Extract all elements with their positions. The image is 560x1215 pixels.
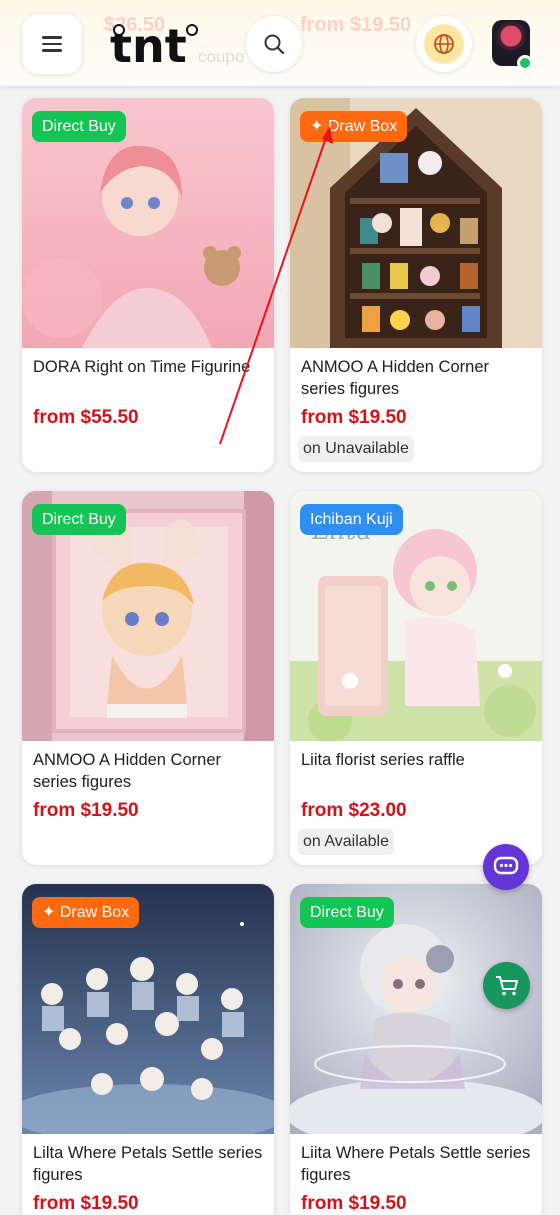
product-title[interactable]: ANMOO A Hidden Corner series figures bbox=[301, 356, 535, 400]
product-card[interactable]: ✦ Draw Box Lilta Where Petals Settle ser… bbox=[22, 884, 274, 1215]
product-card[interactable]: ✦ Draw Box ANMOO A Hidden Corner series … bbox=[290, 98, 542, 472]
product-price: from $23.00 bbox=[301, 800, 407, 821]
product-title[interactable]: DORA Right on Time Figurine bbox=[33, 356, 267, 378]
tnt-logo[interactable]: tnt bbox=[110, 22, 218, 68]
badge-draw-box: ✦ Draw Box bbox=[32, 897, 140, 928]
hamburger-menu-icon bbox=[42, 36, 62, 52]
product-title[interactable]: ANMOO A Hidden Corner series figures bbox=[33, 749, 267, 793]
availability-tag: on Unavailable bbox=[298, 436, 414, 462]
product-card[interactable]: Direct Buy DORA Right on Time Figurine f… bbox=[22, 98, 274, 472]
badge-ichiban-kuji: Ichiban Kuji bbox=[300, 504, 403, 535]
globe-icon bbox=[434, 34, 454, 54]
product-price: from $19.50 bbox=[301, 1193, 407, 1214]
badge-draw-box: ✦ Draw Box bbox=[300, 111, 408, 142]
product-price: from $55.50 bbox=[33, 407, 139, 428]
product-card[interactable]: Direct Buy ANMOO A Hidden Corner series … bbox=[22, 491, 274, 865]
product-price: from $19.50 bbox=[33, 800, 139, 821]
ghost-price-right: from $19.50 bbox=[300, 14, 412, 36]
product-card[interactable]: Liita Ichiban Kuji Liita florist series … bbox=[290, 491, 542, 865]
product-card[interactable]: Direct Buy Liita Where Petals Settle ser… bbox=[290, 884, 542, 1215]
chat-button[interactable] bbox=[483, 844, 529, 890]
product-title[interactable]: Lilta Where Petals Settle series figures bbox=[33, 1142, 267, 1186]
chat-bubble-icon bbox=[493, 856, 519, 875]
user-avatar[interactable] bbox=[492, 20, 533, 71]
product-price: from $19.50 bbox=[33, 1193, 139, 1214]
badge-direct-buy: Direct Buy bbox=[300, 897, 394, 928]
top-header: $26.50 from $19.50 coupo tnt bbox=[0, 0, 560, 86]
cart-button[interactable] bbox=[483, 962, 530, 1009]
search-icon bbox=[264, 34, 285, 55]
availability-tag: on Available bbox=[298, 829, 394, 855]
product-price: from $19.50 bbox=[301, 407, 407, 428]
online-status-dot bbox=[517, 55, 533, 71]
menu-button[interactable] bbox=[22, 14, 82, 74]
search-button[interactable] bbox=[246, 16, 302, 72]
badge-direct-buy: Direct Buy bbox=[32, 504, 126, 535]
product-title[interactable]: Liita Where Petals Settle series figures bbox=[301, 1142, 535, 1186]
shopping-cart-icon bbox=[495, 975, 518, 995]
product-title[interactable]: Liita florist series raffle bbox=[301, 749, 535, 771]
badge-direct-buy: Direct Buy bbox=[32, 111, 126, 142]
language-button[interactable] bbox=[416, 16, 472, 72]
